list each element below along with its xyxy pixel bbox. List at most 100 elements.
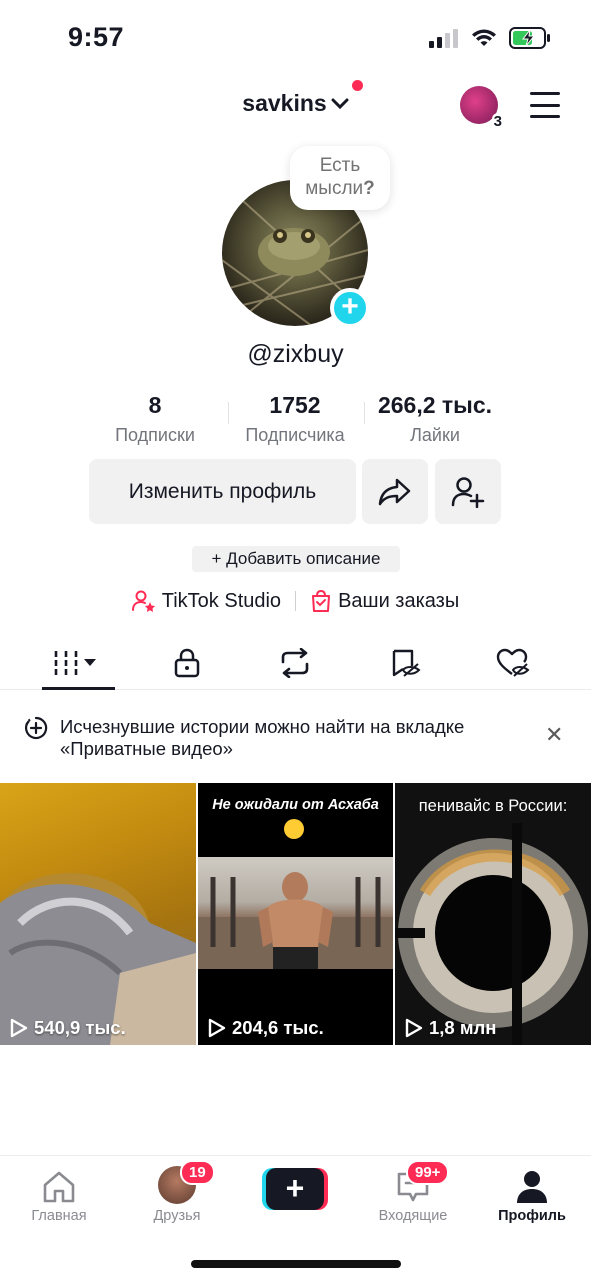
notice-text: Исчезнувшие истории можно найти на вклад… xyxy=(60,716,465,759)
stat-following[interactable]: 8 Подписки xyxy=(90,392,220,446)
video-views-count: 1,8 млн xyxy=(429,1017,497,1038)
nav-inbox[interactable]: 99+ Входящие xyxy=(358,1160,468,1224)
stat-divider xyxy=(228,402,229,424)
add-story-plus-icon[interactable]: + xyxy=(330,288,370,328)
video-caption: Не ожидали от Асхаба xyxy=(212,797,379,813)
video-views: 204,6 тыс. xyxy=(208,1017,324,1039)
stat-following-label: Подписки xyxy=(115,425,195,445)
status-bar: 9:57 xyxy=(0,0,591,78)
stat-likes-label: Лайки xyxy=(410,425,460,445)
story-plus-icon xyxy=(25,716,48,740)
thoughts-question-mark: ? xyxy=(363,178,375,199)
share-profile-button[interactable] xyxy=(362,459,428,524)
links-separator xyxy=(295,591,297,611)
tiktok-studio-label: TikTok Studio xyxy=(161,589,282,612)
video-views: 540,9 тыс. xyxy=(10,1017,126,1039)
orders-link[interactable]: Ваши заказы xyxy=(310,589,459,613)
tab-videos[interactable] xyxy=(33,636,123,690)
status-time: 9:57 xyxy=(68,22,125,52)
repost-icon xyxy=(281,648,309,678)
share-arrow-icon xyxy=(378,478,411,505)
video-caption: пенивайс в России: xyxy=(418,797,568,815)
add-user-icon xyxy=(451,476,485,508)
close-icon[interactable]: ✕ xyxy=(545,722,563,748)
nav-home-label: Главная xyxy=(31,1208,87,1224)
profile-stats: 8 Подписки 1752 Подписчика 266,2 тыс. Ла… xyxy=(90,392,510,452)
add-description-button[interactable]: + Добавить описание xyxy=(192,546,400,572)
play-icon xyxy=(405,1018,423,1038)
inbox-badge: 99+ xyxy=(406,1160,450,1185)
thoughts-bubble[interactable]: Есть мысли? xyxy=(290,146,390,210)
video-thumbnail-image xyxy=(395,823,588,1045)
thoughts-line2: мысли xyxy=(305,178,364,199)
header-avatar-button[interactable]: 3 xyxy=(460,86,504,130)
tab-favorites-hidden[interactable] xyxy=(360,636,450,690)
friends-badge: 19 xyxy=(180,1160,215,1185)
edit-profile-button[interactable]: Изменить профиль xyxy=(89,459,356,524)
stat-likes[interactable]: 266,2 тыс. Лайки xyxy=(360,392,510,446)
play-icon xyxy=(10,1018,28,1038)
cellular-signal-icon xyxy=(429,29,458,48)
nav-friends-label: Друзья xyxy=(153,1208,201,1224)
video-thumbnail[interactable]: пенивайс в России: 1,8 млн xyxy=(395,783,591,1045)
header-avatar-count: 3 xyxy=(491,113,504,130)
video-views-count: 540,9 тыс. xyxy=(34,1017,126,1038)
create-plus-glyph: + xyxy=(285,1170,305,1206)
menu-icon[interactable] xyxy=(530,92,560,118)
nav-inbox-label: Входящие xyxy=(378,1208,448,1224)
wifi-icon xyxy=(472,29,496,46)
video-thumbnail-image xyxy=(0,873,196,1045)
add-friend-button[interactable] xyxy=(435,459,501,524)
profile-icon xyxy=(517,1171,547,1203)
account-switcher[interactable]: savkins xyxy=(242,80,363,117)
battery-charging-icon xyxy=(509,27,550,49)
stat-followers-value: 1752 xyxy=(269,392,321,418)
thoughts-line1: Есть xyxy=(319,155,361,176)
create-button[interactable]: + xyxy=(262,1168,328,1210)
video-thumbnail-image xyxy=(198,857,393,969)
video-grid: 540,9 тыс. Не ожидали от Асхаба 204,6 ты… xyxy=(0,783,591,1045)
nav-inbox-icon-wrap: 99+ xyxy=(358,1160,468,1204)
stat-followers-label: Подписчика xyxy=(245,425,345,445)
private-videos-notice: Исчезнувшие истории можно найти на вклад… xyxy=(0,700,591,780)
tiktok-studio-link[interactable]: TikTok Studio xyxy=(131,589,282,613)
heart-hidden-icon xyxy=(496,648,530,677)
video-thumbnail[interactable]: Не ожидали от Асхаба 204,6 тыс. xyxy=(198,783,393,1045)
home-indicator xyxy=(191,1260,401,1268)
stat-following-value: 8 xyxy=(148,392,162,418)
video-views: 1,8 млн xyxy=(405,1017,496,1039)
home-icon xyxy=(43,1171,75,1203)
profile-handle: @zixbuy xyxy=(247,340,344,368)
tab-active-indicator xyxy=(42,687,115,690)
bookmark-hidden-icon xyxy=(392,649,421,677)
stat-likes-value: 266,2 тыс. xyxy=(377,392,493,418)
tab-private[interactable] xyxy=(142,636,232,690)
profile-links: TikTok Studio Ваши заказы xyxy=(0,586,591,616)
play-icon xyxy=(208,1018,226,1038)
stat-followers[interactable]: 1752 Подписчика xyxy=(230,392,360,446)
profile-header: savkins 3 xyxy=(0,78,591,134)
thoughts-line2-wrap: мысли? xyxy=(290,177,390,200)
astonished-emoji-icon xyxy=(284,819,304,839)
video-views-count: 204,6 тыс. xyxy=(232,1017,324,1038)
status-icons xyxy=(429,27,551,49)
studio-user-icon xyxy=(131,590,155,612)
tab-liked-hidden[interactable] xyxy=(468,636,558,690)
videos-grid-icon xyxy=(54,651,96,675)
username-label: savkins xyxy=(242,90,327,116)
tab-reposts[interactable] xyxy=(250,636,340,690)
shopping-bag-icon xyxy=(312,589,331,612)
nav-home[interactable]: Главная xyxy=(4,1164,114,1224)
profile-tabs xyxy=(0,636,591,690)
nav-friends[interactable]: 19 Друзья xyxy=(122,1160,232,1224)
nav-profile-icon-wrap xyxy=(477,1164,587,1204)
nav-friends-icon-wrap: 19 xyxy=(122,1160,232,1204)
orders-label: Ваши заказы xyxy=(338,589,460,612)
chevron-down-icon xyxy=(331,98,349,109)
video-thumbnail[interactable]: 540,9 тыс. xyxy=(0,783,196,1045)
nav-home-icon-wrap xyxy=(4,1164,114,1204)
nav-profile[interactable]: Профиль xyxy=(477,1164,587,1224)
lock-icon xyxy=(174,648,200,678)
notification-dot xyxy=(351,80,363,91)
nav-profile-label: Профиль xyxy=(498,1208,566,1224)
